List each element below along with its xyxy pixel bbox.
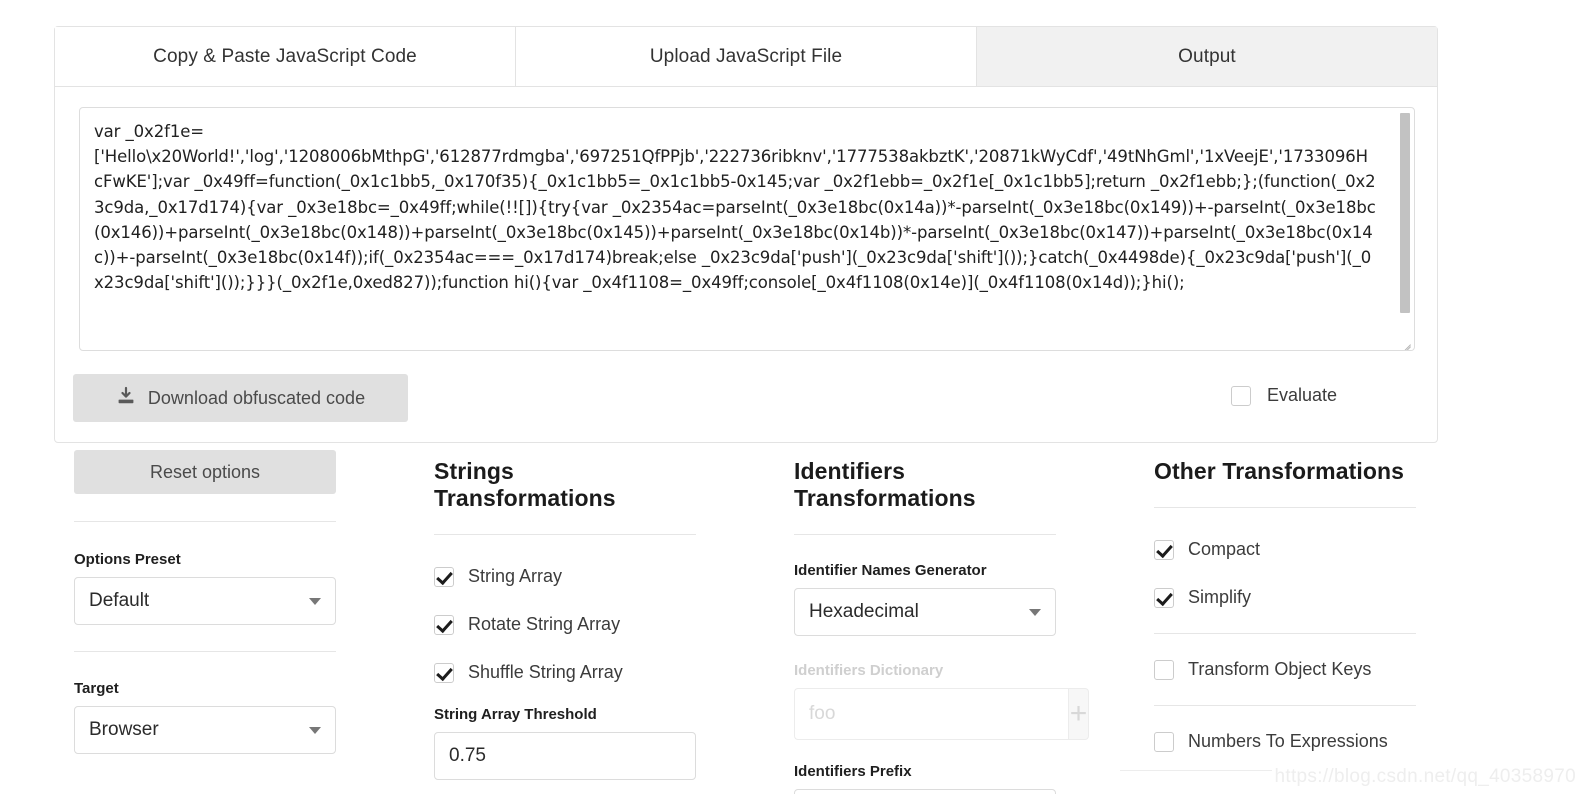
download-icon [116,386,136,411]
divider [1154,507,1416,508]
options-area: Reset options Options Preset Default Tar… [0,450,1590,794]
tab-label: Upload JavaScript File [649,45,843,67]
download-obfuscated-code-button[interactable]: Download obfuscated code [73,374,408,422]
chevron-down-icon [1029,609,1041,616]
rotate-string-array-label: Rotate String Array [468,614,621,634]
numbers-to-expressions-checkbox[interactable] [1154,731,1174,752]
options-column: Reset options Options Preset Default Tar… [74,450,336,754]
numbers-to-expressions-label: Numbers To Expressions [1188,731,1388,751]
tab-bar: Copy & Paste JavaScript Code Upload Java… [55,27,1437,87]
divider [74,521,336,522]
divider [434,534,696,535]
download-button-label: Download obfuscated code [147,387,366,408]
divider [1154,705,1416,706]
divider [1154,633,1416,634]
chevron-down-icon [309,598,321,605]
identifiers-transformations-column: Identifiers Transformations Identifier N… [794,450,1089,794]
identifiers-prefix-input[interactable] [794,789,1056,794]
editor-scrollbar[interactable] [1397,109,1413,350]
obfuscated-code-text: var _0x2f1e= ['Hello\x20World!','log','1… [94,122,1376,293]
string-array-threshold-input[interactable] [434,732,696,780]
identifier-names-generator-value: Hexadecimal [809,601,919,622]
strings-section-title: Strings Transformations [434,458,616,511]
tab-upload-file[interactable]: Upload JavaScript File [516,27,977,86]
other-transformations-column: Other Transformations Compact Simplify T… [1154,450,1416,752]
numbers-to-expressions-checkbox-row[interactable]: Numbers To Expressions [1154,731,1416,752]
tab-label: Output [1178,45,1236,67]
strings-transformations-column: Strings Transformations String Array Rot… [434,450,696,794]
options-preset-select[interactable]: Default [74,577,336,625]
identifiers-dictionary-row: + [794,688,1089,740]
shuffle-string-array-checkbox-row[interactable]: Shuffle String Array [434,662,696,683]
target-select[interactable]: Browser [74,706,336,754]
rotate-string-array-checkbox-row[interactable]: Rotate String Array [434,614,696,635]
plus-icon[interactable]: + [1068,688,1089,740]
string-array-checkbox[interactable] [434,566,454,587]
transform-object-keys-label: Transform Object Keys [1188,659,1372,679]
options-preset-label: Options Preset [74,551,181,568]
options-preset-value: Default [89,590,150,611]
transform-object-keys-checkbox-row[interactable]: Transform Object Keys [1154,659,1416,680]
output-code-editor[interactable]: var _0x2f1e= ['Hello\x20World!','log','1… [79,107,1415,351]
reset-options-button[interactable]: Reset options [74,450,336,494]
identifiers-dictionary-input[interactable] [794,688,1068,740]
watermark-text: https://blog.csdn.net/qq_40358970 [1274,766,1576,787]
tab-label: Copy & Paste JavaScript Code [153,45,417,67]
compact-label: Compact [1188,539,1261,559]
obfuscator-page: Copy & Paste JavaScript Code Upload Java… [0,0,1590,794]
compact-checkbox[interactable] [1154,539,1174,560]
simplify-checkbox[interactable] [1154,587,1174,608]
identifier-names-generator-select[interactable]: Hexadecimal [794,588,1056,636]
identifiers-section-title: Identifiers Transformations [794,458,976,511]
tab-output[interactable]: Output [977,27,1437,86]
divider [74,651,336,652]
watermark-line [1120,770,1272,771]
shuffle-string-array-checkbox[interactable] [434,662,454,683]
target-label: Target [74,680,119,697]
string-array-checkbox-row[interactable]: String Array [434,566,696,587]
string-array-threshold-label: String Array Threshold [434,706,597,723]
editor-resize-handle[interactable] [1398,334,1413,349]
other-section-title: Other Transformations [1154,458,1405,484]
chevron-down-icon [309,727,321,734]
evaluate-checkbox-row[interactable]: Evaluate [1230,385,1337,406]
compact-checkbox-row[interactable]: Compact [1154,539,1416,560]
identifiers-prefix-label: Identifiers Prefix [794,763,912,780]
shuffle-string-array-label: Shuffle String Array [468,662,623,682]
rotate-string-array-checkbox[interactable] [434,614,454,635]
evaluate-label: Evaluate [1266,385,1337,405]
output-editor-wrapper: var _0x2f1e= ['Hello\x20World!','log','1… [79,107,1415,351]
tab-copy-paste[interactable]: Copy & Paste JavaScript Code [55,27,516,86]
string-array-label: String Array [468,566,563,586]
target-value: Browser [89,719,159,740]
divider [794,534,1056,535]
simplify-checkbox-row[interactable]: Simplify [1154,587,1416,608]
simplify-label: Simplify [1188,587,1252,607]
evaluate-checkbox[interactable] [1230,385,1251,406]
editor-scrollbar-thumb[interactable] [1400,113,1410,313]
identifier-names-generator-label: Identifier Names Generator [794,562,987,579]
output-card: Copy & Paste JavaScript Code Upload Java… [54,26,1438,443]
identifiers-dictionary-label: Identifiers Dictionary [794,662,944,679]
transform-object-keys-checkbox[interactable] [1154,659,1174,680]
